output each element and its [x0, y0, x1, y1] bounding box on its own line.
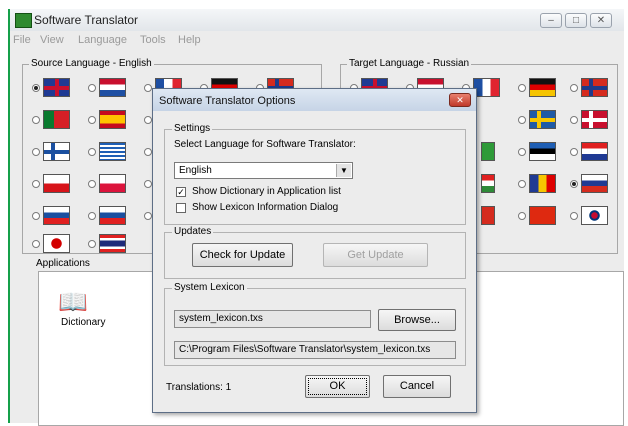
- menu-help[interactable]: Help: [178, 34, 201, 46]
- menu-file[interactable]: File: [13, 34, 31, 46]
- flag-brazil-icon[interactable]: [481, 142, 495, 161]
- dialog-close-button[interactable]: ✕: [449, 93, 471, 107]
- menu-view[interactable]: View: [40, 34, 64, 46]
- translations-count: Translations: 1: [166, 382, 232, 393]
- show-dictionary-checkbox[interactable]: ✓: [176, 187, 186, 197]
- flag-estonia-icon[interactable]: [529, 142, 556, 161]
- flag-vietnam-icon[interactable]: [481, 206, 495, 225]
- flag-finland-icon[interactable]: [43, 142, 70, 161]
- target-radio-croatia[interactable]: [570, 148, 578, 156]
- source-radio-italy[interactable]: [144, 116, 152, 124]
- source-radio-thailand[interactable]: [88, 240, 96, 248]
- language-select[interactable]: English ▼: [174, 162, 353, 179]
- flag-slovenia-icon[interactable]: [99, 206, 126, 225]
- target-radio-russia[interactable]: [570, 180, 578, 188]
- source-radio-czech[interactable]: [32, 180, 40, 188]
- target-radio-estonia[interactable]: [518, 148, 526, 156]
- updates-group: Updates Check for Update Get Update: [164, 226, 466, 279]
- flag-germany-icon[interactable]: [529, 78, 556, 97]
- updates-label: Updates: [172, 226, 214, 237]
- source-radio-netherlands[interactable]: [88, 84, 96, 92]
- menu-language[interactable]: Language: [78, 34, 127, 46]
- chevron-down-icon[interactable]: ▼: [336, 164, 351, 177]
- system-lexicon-label: System Lexicon: [172, 282, 247, 293]
- dialog-title: Software Translator Options: [159, 95, 296, 107]
- source-radio-hungary[interactable]: [144, 180, 152, 188]
- source-radio-portugal[interactable]: [32, 116, 40, 124]
- window-title: Software Translator: [34, 13, 139, 27]
- menu-tools[interactable]: Tools: [140, 34, 166, 46]
- flag-greece-icon[interactable]: [99, 142, 126, 161]
- source-radio-china[interactable]: [144, 212, 152, 220]
- dialog-title-bar: Software Translator Options ✕: [153, 89, 476, 111]
- target-radio-romania[interactable]: [518, 180, 526, 188]
- ok-button[interactable]: OK: [305, 375, 370, 398]
- target-radio-norway[interactable]: [570, 84, 578, 92]
- app-icon: [15, 13, 32, 28]
- source-radio-japan[interactable]: [32, 240, 40, 248]
- lexicon-file-field[interactable]: system_lexicon.txs: [174, 310, 371, 328]
- dictionary-label[interactable]: Dictionary: [61, 317, 105, 328]
- flag-slovakia-icon[interactable]: [43, 206, 70, 225]
- select-language-label: Select Language for Software Translator:: [174, 139, 356, 150]
- minimize-button[interactable]: –: [540, 13, 562, 28]
- settings-label: Settings: [172, 123, 213, 134]
- maximize-button[interactable]: □: [565, 13, 587, 28]
- target-language-label: Target Language - Russian: [347, 58, 472, 69]
- source-language-label: Source Language - English: [29, 58, 154, 69]
- check-update-button[interactable]: Check for Update: [192, 243, 293, 267]
- source-radio-poland[interactable]: [88, 180, 96, 188]
- flag-uk-icon[interactable]: [43, 78, 70, 97]
- book-icon[interactable]: 📖: [58, 291, 88, 315]
- close-button[interactable]: ✕: [590, 13, 612, 28]
- applications-label: Applications: [36, 258, 90, 269]
- source-radio-slovenia[interactable]: [88, 212, 96, 220]
- target-radio-china[interactable]: [518, 212, 526, 220]
- flag-croatia-icon[interactable]: [581, 142, 608, 161]
- show-lexicon-checkbox[interactable]: [176, 203, 186, 213]
- flag-poland-icon[interactable]: [99, 174, 126, 193]
- flag-china-icon[interactable]: [529, 206, 556, 225]
- flag-netherlands-icon[interactable]: [99, 78, 126, 97]
- cancel-button[interactable]: Cancel: [383, 375, 451, 398]
- flag-denmark-icon[interactable]: [581, 110, 608, 129]
- flag-russia-icon[interactable]: [581, 174, 608, 193]
- flag-korea-icon[interactable]: [581, 206, 608, 225]
- target-radio-denmark[interactable]: [570, 116, 578, 124]
- flag-hungary-icon[interactable]: [481, 174, 495, 193]
- system-lexicon-group: System Lexicon system_lexicon.txs Browse…: [164, 282, 466, 366]
- lexicon-path-field[interactable]: C:\Program Files\Software Translator\sys…: [174, 341, 456, 359]
- settings-group: Settings Select Language for Software Tr…: [164, 123, 466, 225]
- flag-norway-icon[interactable]: [581, 78, 608, 97]
- source-radio-sweden[interactable]: [144, 148, 152, 156]
- source-radio-greece[interactable]: [88, 148, 96, 156]
- flag-sweden-icon[interactable]: [529, 110, 556, 129]
- flag-portugal-icon[interactable]: [43, 110, 70, 129]
- flag-czech-icon[interactable]: [43, 174, 70, 193]
- source-radio-uk[interactable]: [32, 84, 40, 92]
- source-radio-spain[interactable]: [88, 116, 96, 124]
- flag-spain-icon[interactable]: [99, 110, 126, 129]
- options-dialog: Software Translator Options ✕ Settings S…: [152, 88, 477, 413]
- source-radio-france[interactable]: [144, 84, 152, 92]
- flag-romania-icon[interactable]: [529, 174, 556, 193]
- language-select-value: English: [179, 165, 212, 176]
- show-lexicon-label: Show Lexicon Information Dialog: [192, 202, 339, 213]
- source-radio-slovakia[interactable]: [32, 212, 40, 220]
- show-dictionary-label: Show Dictionary in Application list: [192, 186, 341, 197]
- target-radio-germany[interactable]: [518, 84, 526, 92]
- target-radio-sweden[interactable]: [518, 116, 526, 124]
- title-bar: Software Translator – □ ✕: [10, 9, 624, 31]
- flag-thailand-icon[interactable]: [99, 234, 126, 253]
- menu-bar: File View Language Tools Help: [10, 32, 624, 50]
- get-update-button[interactable]: Get Update: [323, 243, 428, 267]
- flag-japan-icon[interactable]: [43, 234, 70, 253]
- flag-france-icon[interactable]: [473, 78, 500, 97]
- target-radio-korea[interactable]: [570, 212, 578, 220]
- browse-button[interactable]: Browse...: [378, 309, 456, 331]
- source-radio-finland[interactable]: [32, 148, 40, 156]
